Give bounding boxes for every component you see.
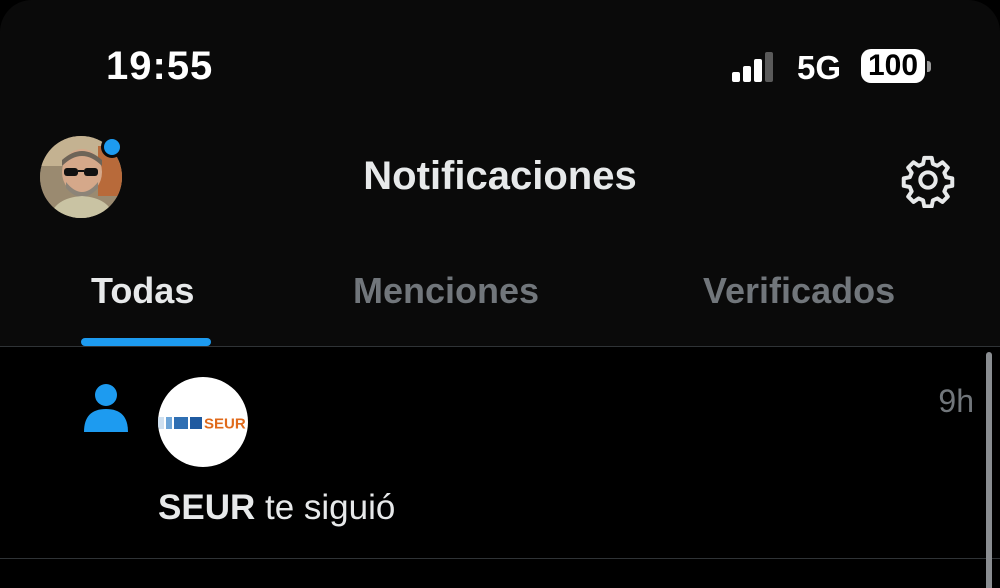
battery-nub: [927, 61, 931, 72]
tab-todas[interactable]: Todas: [91, 270, 194, 312]
notification-divider: [0, 558, 1000, 559]
seur-logo-avatar[interactable]: SEUR: [158, 377, 248, 467]
page-title: Notificaciones: [363, 154, 637, 198]
notification-time: 9h: [938, 383, 974, 419]
follow-person-icon: [82, 383, 130, 433]
status-time: 19:55: [106, 44, 214, 88]
scrollbar[interactable]: [986, 352, 992, 588]
active-tab-indicator: [81, 338, 211, 346]
notification-message: SEUR te siguió: [158, 488, 395, 528]
notifications-screen: 19:55 5G 100 Notificaciones Todas Mencio…: [0, 0, 1000, 588]
gear-icon[interactable]: [900, 152, 956, 209]
seur-logo-icon: SEUR: [158, 416, 246, 433]
tab-verificados[interactable]: Verificados: [703, 270, 895, 312]
notification-action-text: te siguió: [264, 488, 396, 527]
network-type-label: 5G: [797, 49, 842, 86]
seur-logo-text: SEUR: [204, 416, 246, 433]
cellular-signal-icon: [732, 52, 773, 82]
battery-icon: 100: [861, 49, 925, 83]
notification-actor[interactable]: SEUR: [158, 488, 255, 527]
notification-item[interactable]: [0, 347, 1000, 558]
battery-level: 100: [867, 49, 919, 82]
tab-menciones[interactable]: Menciones: [353, 270, 539, 312]
